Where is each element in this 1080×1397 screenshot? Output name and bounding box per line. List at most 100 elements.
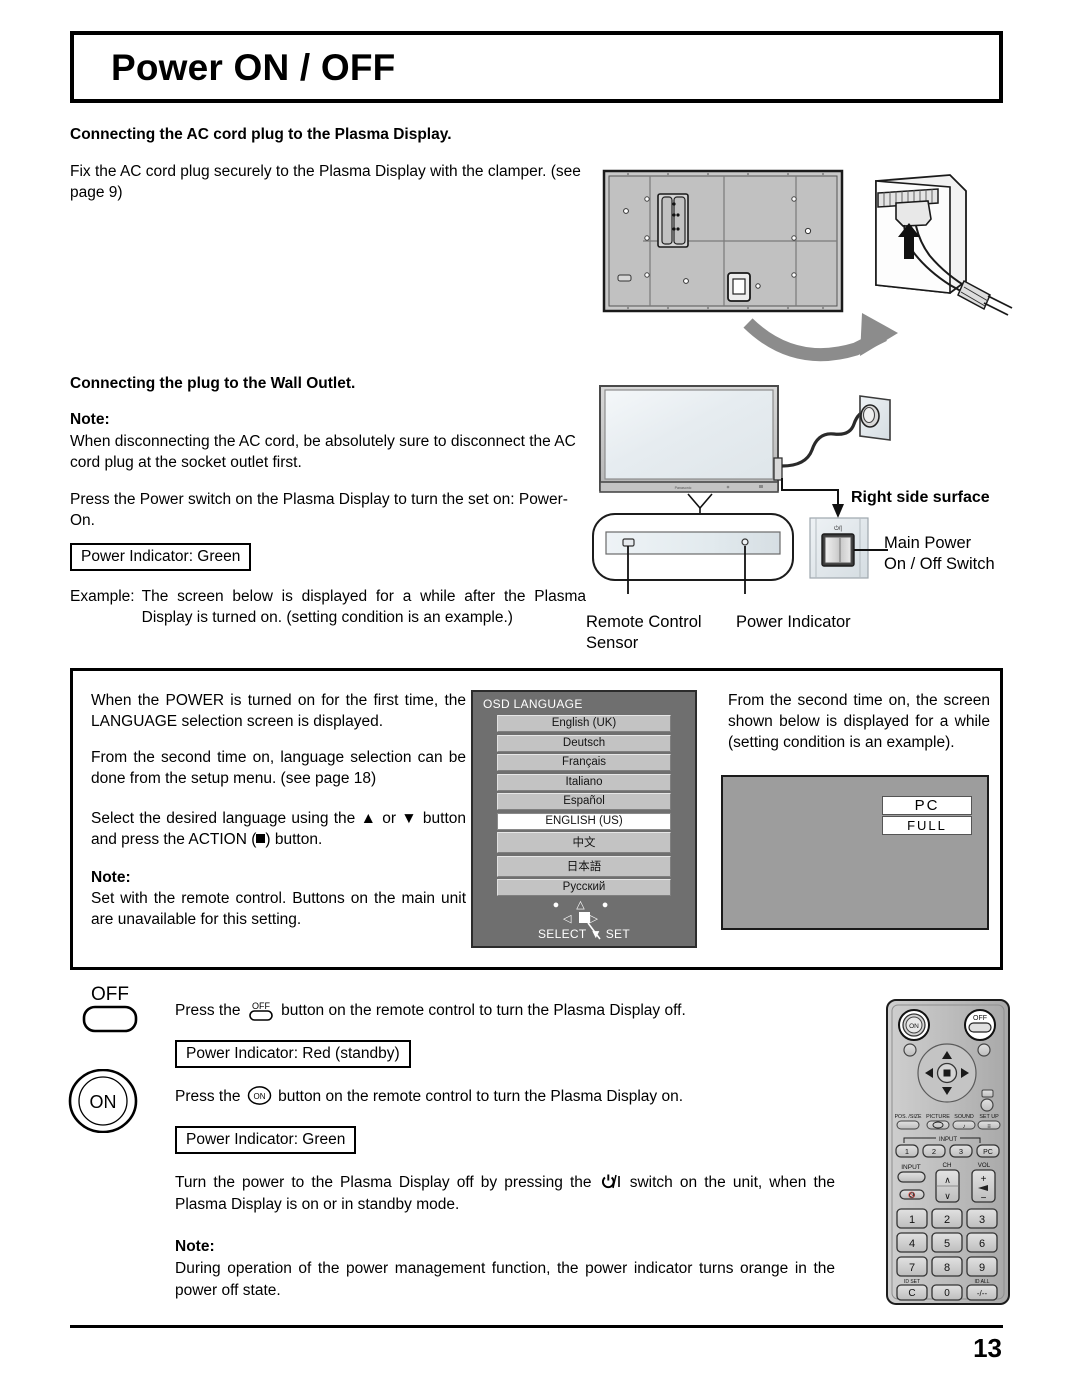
svg-text:∨: ∨ — [944, 1191, 951, 1201]
osd-item-japanese[interactable]: 日本語 — [497, 855, 671, 877]
inline-off-button-icon: OFF — [248, 1001, 273, 1021]
press-power-text: Press the Power switch on the Plasma Dis… — [70, 490, 568, 529]
svg-text:−: − — [981, 1193, 987, 1204]
svg-text:∧: ∧ — [944, 1175, 951, 1185]
svg-text:SOUND: SOUND — [954, 1114, 974, 1120]
osd-nav-row-up: ● △ ● — [552, 899, 616, 911]
svg-text:9: 9 — [979, 1262, 985, 1274]
lang-p3-a: Select the desired language using the — [91, 809, 361, 827]
osd-item-espanol[interactable]: Español — [497, 793, 671, 810]
press-off-suffix: button on the remote control to turn the… — [276, 1002, 686, 1019]
inline-on-button-icon: ON — [247, 1086, 272, 1105]
svg-text:CH: CH — [943, 1162, 952, 1169]
example-text: Example: The screen below is displayed f… — [70, 587, 586, 629]
svg-text:ON: ON — [909, 1023, 919, 1030]
on-button-icon: ON — [68, 1069, 138, 1133]
remote-control-illustration: ON OFF POS. /SIZE PICTURE SOUND SET UP ♪… — [884, 997, 1012, 1307]
press-on-text: Press the ON button on the remote contro… — [175, 1086, 683, 1106]
osd-item-english-us[interactable]: ENGLISH (US) — [497, 812, 671, 830]
down-arrow-glyph: ▼ — [401, 809, 418, 827]
lang-p3-d: ) button. — [265, 830, 323, 848]
osd-menu-title: OSD LANGUAGE — [483, 697, 583, 711]
svg-text:ID ALL: ID ALL — [974, 1279, 989, 1285]
language-box-left-text: When the POWER is turned on for the firs… — [91, 691, 466, 931]
svg-text:8: 8 — [944, 1262, 950, 1274]
svg-text:-/--: -/-- — [977, 1289, 988, 1298]
remote-control-svg: ON OFF POS. /SIZE PICTURE SOUND SET UP ♪… — [886, 999, 1010, 1305]
svg-text:POS. /SIZE: POS. /SIZE — [895, 1114, 922, 1120]
osd-nav-left-arrow: ◁ — [563, 913, 579, 925]
power-standby-icon — [601, 1174, 620, 1189]
svg-text:PC: PC — [983, 1149, 993, 1156]
svg-text:2: 2 — [932, 1147, 936, 1156]
svg-text:PICTURE: PICTURE — [926, 1114, 950, 1120]
power-indicator-green-box-1: Power Indicator: Green — [70, 542, 586, 571]
example-body: The screen below is displayed for a whil… — [141, 587, 586, 626]
osd-nav-row-labels: SELECT ▼ SET — [473, 927, 695, 941]
osd-item-deutsch[interactable]: Deutsch — [497, 734, 671, 752]
osd-set-label: SET — [605, 927, 630, 941]
osd-item-russian[interactable]: Русский — [497, 879, 671, 896]
footer-divider — [70, 1325, 1003, 1328]
svg-text:INPUT: INPUT — [939, 1137, 957, 1143]
power-indicator-red-label: Power Indicator: Red (standby) — [175, 1040, 411, 1069]
main-power-line2: On / Off Switch — [884, 555, 995, 574]
osd-item-english-uk[interactable]: English (UK) — [497, 715, 671, 732]
svg-text:C: C — [908, 1288, 915, 1299]
note-body-3: During operation of the power management… — [175, 1260, 835, 1299]
press-off-text: Press the OFF button on the remote contr… — [175, 1000, 686, 1022]
lang-p3-b: or — [376, 809, 402, 827]
up-arrow-glyph: ▲ — [360, 809, 377, 827]
remote-sensor-line1: Remote Control — [586, 613, 702, 631]
section-ac-cord-heading: Connecting the AC cord plug to the Plasm… — [70, 126, 452, 143]
svg-text:♪: ♪ — [963, 1124, 966, 1130]
svg-text:3: 3 — [959, 1147, 963, 1156]
svg-text:🔇: 🔇 — [908, 1191, 916, 1199]
osd-language-list: English (UK) Deutsch Français Italiano E… — [473, 715, 695, 896]
svg-text:SET UP: SET UP — [979, 1114, 999, 1120]
svg-text:0: 0 — [944, 1288, 950, 1299]
off-button-icon: OFF — [82, 984, 138, 1033]
second-time-text: From the second time on, the screen show… — [728, 692, 990, 751]
osd-select-label: SELECT — [538, 927, 587, 941]
section-ac-cord: Connecting the AC cord plug to the Plasm… — [70, 126, 590, 204]
svg-text:1: 1 — [905, 1147, 909, 1156]
osd-nav-hints: ● △ ● ◁▷ SELECT ▼ SET — [473, 900, 695, 948]
note-label-3: Note: — [175, 1238, 215, 1255]
page-number: 13 — [973, 1333, 1002, 1363]
lang-p2: From the second time on, language select… — [91, 748, 466, 787]
osd-item-francais[interactable]: Français — [497, 754, 671, 771]
svg-text:Panasonic: Panasonic — [675, 486, 692, 490]
power-indicator-green-box-2: Power Indicator: Green — [175, 1126, 357, 1155]
svg-text:+: + — [981, 1174, 987, 1185]
svg-text:6: 6 — [979, 1238, 985, 1250]
note-label-1: Note: — [70, 411, 110, 428]
osd-item-chinese[interactable]: 中文 — [497, 832, 671, 853]
illustration-rear-panel — [598, 163, 1016, 368]
press-off-prefix: Press the — [175, 1002, 245, 1019]
svg-text:ON: ON — [253, 1092, 265, 1101]
example-input-badge: PC — [882, 796, 972, 815]
svg-text:⏻/|: ⏻/| — [834, 525, 842, 532]
svg-text:1: 1 — [909, 1214, 915, 1226]
svg-text:4: 4 — [909, 1238, 915, 1250]
svg-text:≡: ≡ — [987, 1124, 991, 1130]
svg-text:OFF: OFF — [973, 1015, 987, 1022]
svg-text:5: 5 — [944, 1238, 950, 1250]
press-on-suffix: button on the remote control to turn the… — [273, 1088, 684, 1105]
svg-text:7: 7 — [909, 1262, 915, 1274]
rear-panel-svg — [602, 169, 1013, 362]
page-title: Power ON / OFF — [111, 46, 396, 88]
lang-p3: Select the desired language using the ▲ … — [91, 809, 466, 851]
section-wall-outlet-heading: Connecting the plug to the Wall Outlet. — [70, 375, 356, 392]
note-body-2: Set with the remote control. Buttons on … — [91, 890, 466, 929]
main-power-switch-label: Main Power On / Off Switch — [884, 533, 995, 576]
svg-text:3: 3 — [979, 1214, 985, 1226]
power-indicator-green-label-2: Power Indicator: Green — [175, 1126, 357, 1155]
note-body-1: When disconnecting the AC cord, be absol… — [70, 433, 576, 471]
example-osd-screen: PC FULL — [721, 775, 989, 930]
section-wall-outlet: Connecting the plug to the Wall Outlet. … — [70, 375, 586, 629]
osd-item-italiano[interactable]: Italiano — [497, 773, 671, 791]
language-box-right-text: From the second time on, the screen show… — [728, 691, 990, 754]
power-indicator-callout-label: Power Indicator — [736, 613, 851, 631]
